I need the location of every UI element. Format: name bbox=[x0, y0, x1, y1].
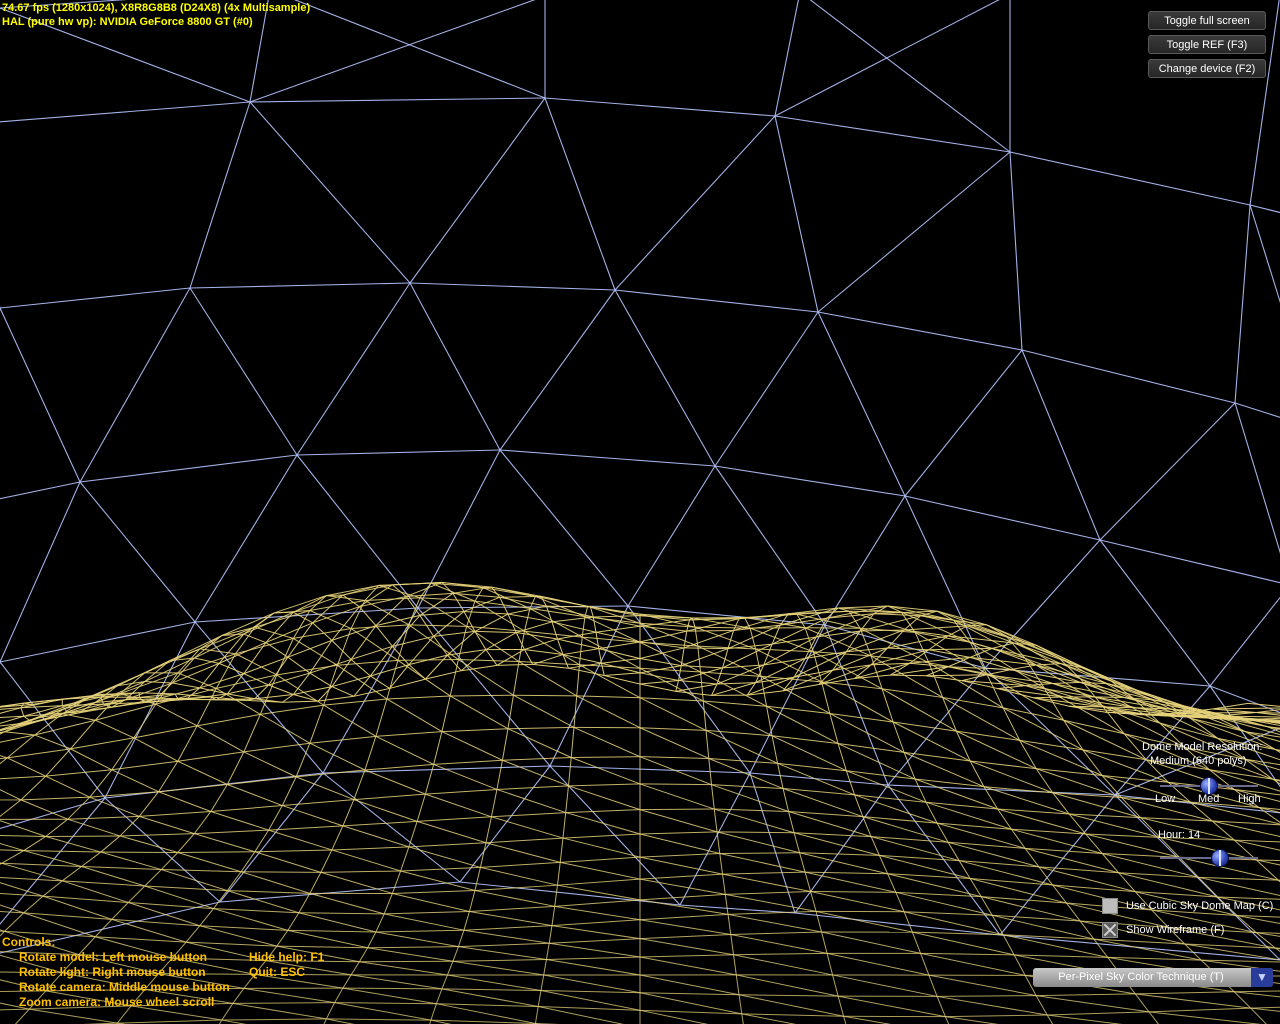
show-wireframe-label[interactable]: Show Wireframe (F) bbox=[1126, 924, 1224, 936]
change-device-button[interactable]: Change device (F2) bbox=[1148, 59, 1266, 78]
wireframe-viewport[interactable] bbox=[0, 0, 1280, 1024]
cubic-sky-checkbox[interactable] bbox=[1102, 898, 1118, 914]
device-stats-text: HAL (pure hw vp): NVIDIA GeForce 8800 GT… bbox=[2, 16, 253, 28]
tick-med-label: Med bbox=[1198, 793, 1220, 805]
hour-label: Hour: 14 bbox=[1158, 829, 1201, 841]
toggle-ref-button[interactable]: Toggle REF (F3) bbox=[1148, 35, 1266, 54]
dome-resolution-value: Medium (640 polys) bbox=[1150, 755, 1247, 767]
hour-track[interactable] bbox=[1160, 857, 1258, 859]
help-line-rotate-light: Rotate light: Right mouse button bbox=[19, 965, 206, 979]
hide-help-text: Hide help: F1 bbox=[249, 950, 325, 964]
hour-thumb[interactable] bbox=[1210, 849, 1229, 867]
help-line-rotate-model: Rotate model: Left mouse button bbox=[19, 950, 207, 964]
help-line-rotate-camera: Rotate camera: Middle mouse button bbox=[19, 980, 230, 994]
dome-resolution-title: Dome Model Resolution: bbox=[1142, 741, 1263, 753]
tick-high-label: High bbox=[1238, 793, 1261, 805]
sky-technique-selected: Per-Pixel Sky Color Technique (T) bbox=[1058, 971, 1224, 983]
show-wireframe-checkbox[interactable] bbox=[1102, 922, 1118, 938]
cubic-sky-label[interactable]: Use Cubic Sky Dome Map (C) bbox=[1126, 900, 1273, 912]
help-line-zoom-camera: Zoom camera: Mouse wheel scroll bbox=[19, 995, 215, 1009]
chevron-down-icon[interactable]: ▼ bbox=[1251, 968, 1273, 987]
fps-stats-text: 74.67 fps (1280x1024), X8R8G8B8 (D24X8) … bbox=[2, 2, 311, 14]
sky-technique-dropdown[interactable]: Per-Pixel Sky Color Technique (T) ▼ bbox=[1033, 968, 1273, 987]
controls-title: Controls: bbox=[2, 935, 56, 949]
tick-low-label: Low bbox=[1155, 793, 1176, 805]
toggle-full-screen-button[interactable]: Toggle full screen bbox=[1148, 11, 1266, 30]
quit-text: Quit: ESC bbox=[249, 965, 305, 979]
